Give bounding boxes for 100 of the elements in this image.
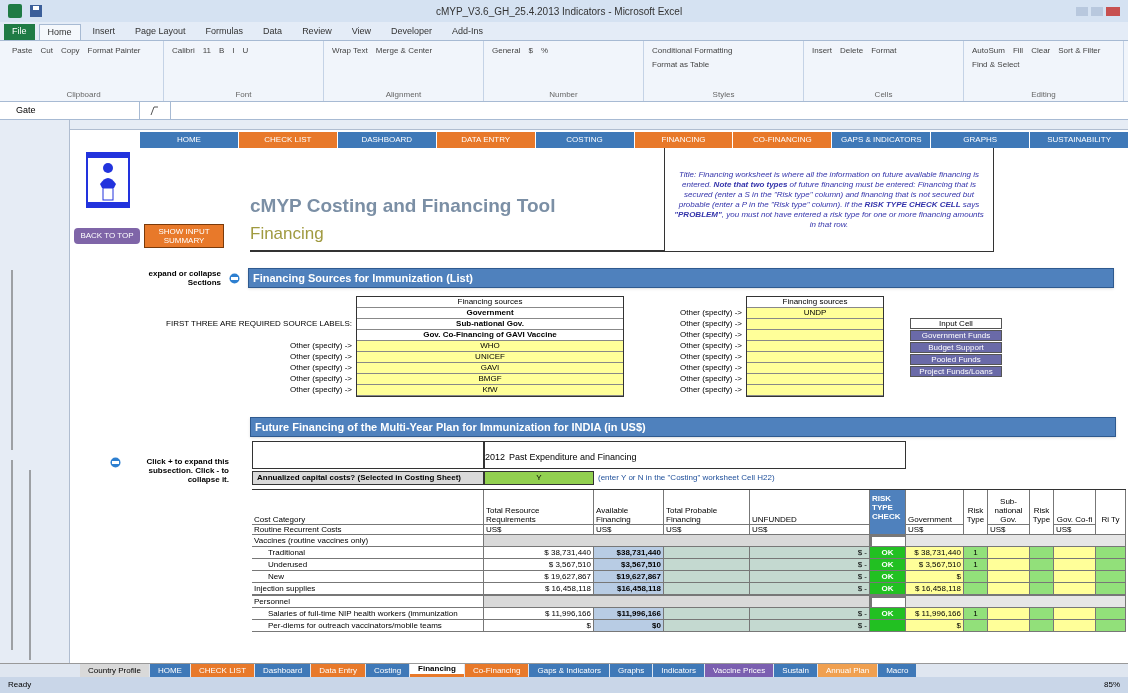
ribbon-button[interactable]: $	[528, 45, 533, 57]
ribbon-button[interactable]: Clear	[1031, 45, 1051, 57]
ribbon-tab[interactable]: Data	[255, 24, 291, 40]
source-cell[interactable]: GAVI	[357, 363, 623, 374]
input-cell[interactable]	[988, 547, 1030, 559]
ribbon-button[interactable]: Find & Select	[972, 59, 1020, 71]
source-cell[interactable]	[747, 374, 883, 385]
sheet-tab[interactable]: Financing	[410, 664, 464, 677]
nav-tab[interactable]: HOME	[140, 132, 238, 148]
risk-cell[interactable]	[1096, 547, 1126, 559]
ribbon-tab[interactable]: Home	[38, 24, 81, 40]
risk-cell[interactable]	[1030, 583, 1054, 595]
input-cell[interactable]	[1054, 583, 1096, 595]
sheet-tab[interactable]: Gaps & Indicators	[529, 664, 610, 677]
ribbon-button[interactable]: Paste	[12, 45, 33, 57]
input-cell[interactable]	[1054, 559, 1096, 571]
ribbon-button[interactable]: Calibri	[172, 45, 195, 57]
input-cell[interactable]	[1054, 620, 1096, 632]
nav-tab[interactable]: SUSTAINABILITY	[1030, 132, 1128, 148]
source-cell[interactable]: BMGF	[357, 374, 623, 385]
risk-cell[interactable]: 1	[964, 547, 988, 559]
ribbon-button[interactable]: Format	[871, 45, 897, 57]
ribbon-button[interactable]: Merge & Center	[375, 45, 433, 57]
sheet-tab[interactable]: Macro	[878, 664, 917, 677]
risk-cell[interactable]	[1096, 583, 1126, 595]
input-cell[interactable]	[988, 608, 1030, 620]
sheet-tab[interactable]: Country Profile	[80, 664, 149, 677]
source-cell[interactable]	[747, 363, 883, 374]
input-cell[interactable]	[1054, 571, 1096, 583]
sheet-tab[interactable]: Dashboard	[255, 664, 311, 677]
ribbon-button[interactable]: Copy	[60, 45, 80, 57]
nav-tab[interactable]: GRAPHS	[931, 132, 1030, 148]
input-cell[interactable]	[988, 583, 1030, 595]
risk-cell[interactable]	[1096, 559, 1126, 571]
save-icon[interactable]	[30, 5, 42, 17]
ribbon-button[interactable]: U	[242, 45, 249, 57]
ribbon-button[interactable]: Fill	[1012, 45, 1024, 57]
window-controls-icon[interactable]	[1076, 5, 1120, 17]
ribbon-button[interactable]: 11	[202, 45, 211, 57]
ribbon-button[interactable]: B	[219, 45, 225, 57]
source-cell[interactable]: WHO	[357, 341, 623, 352]
ribbon-tab[interactable]: Insert	[84, 24, 124, 40]
sheet-tab[interactable]: Vaccine Prices	[705, 664, 774, 677]
nav-tab[interactable]: COSTING	[535, 132, 634, 148]
source-cell[interactable]: KfW	[357, 385, 623, 396]
risk-cell[interactable]	[1096, 608, 1126, 620]
sheet-tab[interactable]: Graphs	[610, 664, 653, 677]
risk-cell[interactable]	[1096, 571, 1126, 583]
risk-cell[interactable]	[1030, 608, 1054, 620]
ribbon-tab[interactable]: Developer	[383, 24, 441, 40]
nav-tab[interactable]: GAPS & INDICATORS	[832, 132, 931, 148]
sheet-tab[interactable]: Costing	[366, 664, 410, 677]
ribbon-button[interactable]: Format as Table	[652, 59, 710, 71]
sheet-tab[interactable]: HOME	[149, 664, 190, 677]
input-cell[interactable]	[1054, 608, 1096, 620]
toggle-icon[interactable]	[110, 457, 121, 468]
ribbon-tab[interactable]: Add-Ins	[444, 24, 492, 40]
ribbon-tab[interactable]: Review	[294, 24, 340, 40]
name-box[interactable]: Gate	[0, 102, 140, 119]
risk-cell[interactable]	[1030, 571, 1054, 583]
ribbon-button[interactable]: Format Painter	[87, 45, 141, 57]
source-cell[interactable]: UNICEF	[357, 352, 623, 363]
ribbon-button[interactable]: Cut	[40, 45, 53, 57]
source-cell[interactable]	[747, 341, 883, 352]
toggle-icon[interactable]	[229, 272, 240, 284]
risk-cell[interactable]	[1096, 620, 1126, 632]
ribbon-button[interactable]: Insert	[812, 45, 832, 57]
source-cell[interactable]	[747, 330, 883, 341]
risk-cell[interactable]	[1030, 559, 1054, 571]
risk-cell[interactable]	[1030, 620, 1054, 632]
input-cell[interactable]	[988, 571, 1030, 583]
source-cell[interactable]: UNDP	[747, 308, 883, 319]
amount-cell[interactable]: $ 11,996,166	[906, 608, 964, 620]
ribbon-tab[interactable]: Formulas	[197, 24, 252, 40]
ribbon-button[interactable]: Conditional Formatting	[652, 45, 733, 57]
risk-cell[interactable]	[1030, 547, 1054, 559]
amount-cell[interactable]: $ 38,731,440	[906, 547, 964, 559]
risk-cell[interactable]: 1	[964, 559, 988, 571]
ribbon-tab[interactable]: View	[343, 24, 379, 40]
back-to-top-button[interactable]: BACK TO TOP	[74, 228, 140, 244]
risk-cell[interactable]	[964, 571, 988, 583]
input-cell[interactable]	[1054, 547, 1096, 559]
ribbon-button[interactable]: Sort & Filter	[1058, 45, 1101, 57]
risk-cell[interactable]: 1	[964, 608, 988, 620]
file-tab[interactable]: File	[4, 24, 35, 40]
input-cell[interactable]	[988, 620, 1030, 632]
risk-cell[interactable]	[964, 620, 988, 632]
source-cell[interactable]	[747, 385, 883, 396]
ribbon-button[interactable]: AutoSum	[972, 45, 1005, 57]
ribbon-button[interactable]: %	[540, 45, 549, 57]
risk-cell[interactable]	[964, 583, 988, 595]
amount-cell[interactable]: $ 16,458,118	[906, 583, 964, 595]
zoom-level[interactable]: 85%	[1104, 679, 1120, 691]
input-cell[interactable]	[988, 559, 1030, 571]
ribbon-button[interactable]: Wrap Text	[332, 45, 368, 57]
amount-cell[interactable]: $ 3,567,510	[906, 559, 964, 571]
sheet-tab[interactable]: Sustain	[774, 664, 817, 677]
ribbon-button[interactable]: Delete	[840, 45, 864, 57]
nav-tab[interactable]: DASHBOARD	[337, 132, 436, 148]
amount-cell[interactable]: $	[906, 620, 964, 632]
